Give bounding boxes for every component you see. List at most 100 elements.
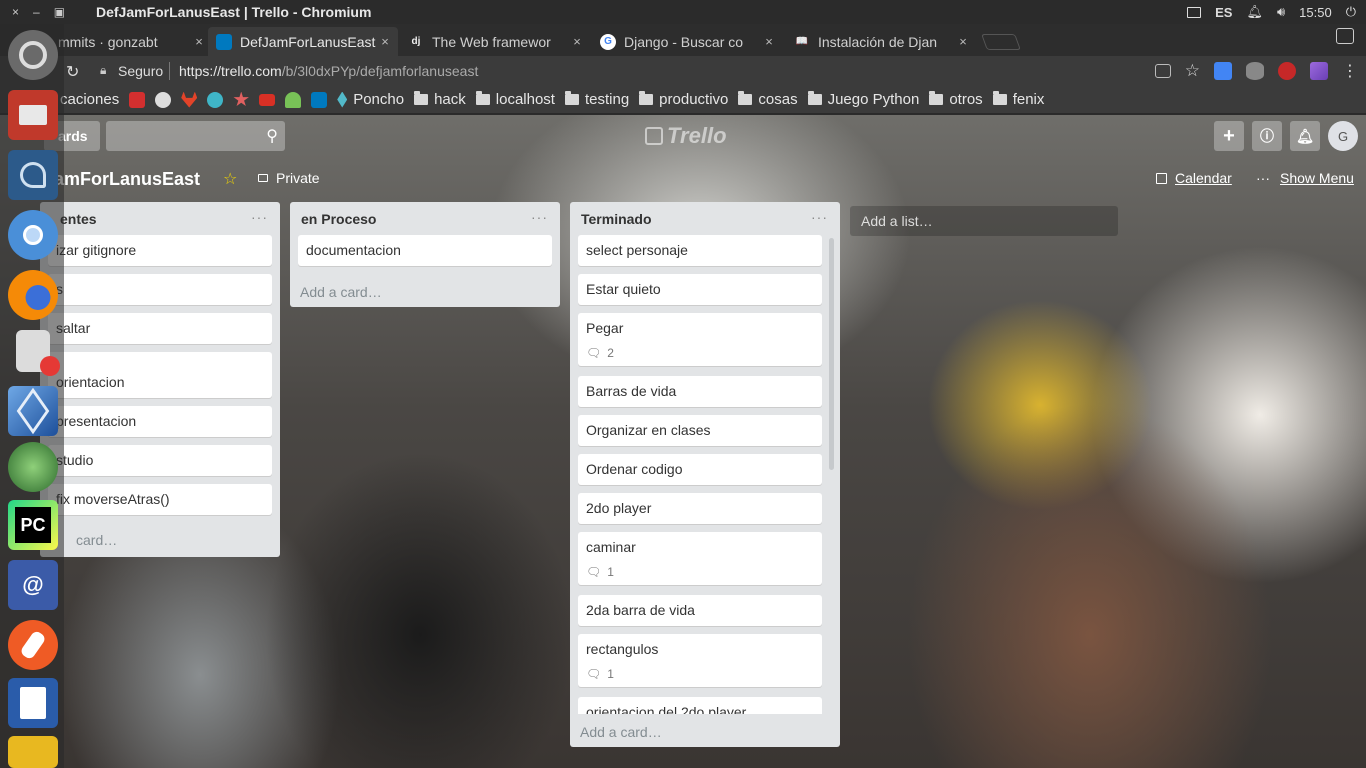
minimize-window-icon[interactable]: – <box>33 6 40 18</box>
board-title[interactable]: JamForLanusEast <box>44 169 200 190</box>
card[interactable]: 2da barra de vida <box>578 595 822 626</box>
bookmark-android[interactable] <box>285 91 302 108</box>
close-window-icon[interactable]: × <box>12 6 19 18</box>
bookmark-folder-cosas[interactable]: cosas <box>738 91 798 108</box>
list-title[interactable]: Terminado <box>581 211 652 227</box>
card[interactable]: documentacion <box>298 235 552 266</box>
card[interactable]: studio <box>48 445 272 476</box>
card[interactable]: Ordenar codigo <box>578 454 822 485</box>
bookmark-poncho[interactable]: Poncho <box>337 91 404 108</box>
maximize-window-icon[interactable]: ▣ <box>54 6 65 18</box>
star-board-icon[interactable]: ☆ <box>223 169 237 189</box>
power-icon[interactable]: ⏻ <box>1346 4 1356 20</box>
profile-icon[interactable] <box>1336 28 1354 44</box>
google-translate-icon[interactable] <box>1214 62 1232 80</box>
tab-django-install[interactable]: 📖 Instalación de Djan × <box>786 27 976 56</box>
text-editor-icon[interactable] <box>16 330 60 376</box>
board-search-input[interactable]: ⚲ <box>106 121 285 151</box>
calendar-button[interactable]: Calendar <box>1156 170 1232 186</box>
writer-icon[interactable] <box>8 678 58 728</box>
bookmark-folder-hack[interactable]: hack <box>414 91 466 108</box>
keyboard-layout[interactable]: ES <box>1215 5 1232 20</box>
chromium-icon[interactable] <box>8 210 58 260</box>
tab-close-icon[interactable]: × <box>190 34 208 49</box>
bookmark-folder-localhost[interactable]: localhost <box>475 91 555 108</box>
globe-app-icon[interactable] <box>8 442 58 492</box>
volume-icon[interactable]: 🔊︎ <box>1277 4 1285 20</box>
card[interactable]: Pegar 🗨︎ 2 <box>578 313 822 366</box>
bookmark-youtube[interactable] <box>129 91 146 108</box>
notification-bell-icon[interactable]: 🔔︎ <box>1246 4 1263 20</box>
card[interactable]: Barras de vida <box>578 376 822 407</box>
add-button[interactable]: + <box>1214 121 1244 151</box>
avatar[interactable]: G <box>1328 121 1358 151</box>
show-menu-button[interactable]: ··· Show Menu <box>1256 170 1354 186</box>
bookmark-aplicaciones[interactable]: caciones <box>60 91 119 108</box>
bookmark-gitlab[interactable] <box>181 91 198 108</box>
bookmark-star-icon[interactable]: ☆ <box>1185 61 1200 81</box>
tab-google-search[interactable]: G Django - Buscar co × <box>592 27 782 56</box>
screen-icon[interactable] <box>1187 6 1202 18</box>
list-menu-icon[interactable]: ··· <box>531 209 548 225</box>
tab-trello[interactable]: DefJamForLanusEast × <box>208 27 398 56</box>
card[interactable]: select personaje <box>578 235 822 266</box>
list-title[interactable]: en Proceso <box>301 211 376 227</box>
list-title[interactable]: entes <box>60 211 97 227</box>
card[interactable]: orientacion <box>48 352 272 398</box>
list-menu-icon[interactable]: ··· <box>811 209 828 225</box>
tab-close-icon[interactable]: × <box>954 34 972 49</box>
new-tab-button[interactable] <box>981 34 1021 50</box>
add-card-button[interactable]: Add a card… <box>300 284 382 300</box>
card[interactable]: fix moverseAtras() <box>48 484 272 515</box>
files-icon[interactable] <box>8 90 58 140</box>
info-icon[interactable]: ⓘ <box>1252 121 1282 151</box>
card-list[interactable]: select personaje Estar quieto Pegar 🗨︎ 2 B… <box>570 233 840 714</box>
card[interactable]: presentacion <box>48 406 272 437</box>
bookmark-folder-fenix[interactable]: fenix <box>992 91 1044 108</box>
lock-icon[interactable]: 🔒︎ <box>100 63 106 78</box>
secure-label[interactable]: Seguro <box>118 63 163 79</box>
card[interactable]: Organizar en clases <box>578 415 822 446</box>
mail-icon[interactable]: @ <box>8 560 58 610</box>
reload-icon[interactable]: ↻ <box>66 62 79 82</box>
bookmark-folder-otros[interactable]: otros <box>929 91 983 108</box>
add-list-button[interactable]: Add a list… <box>850 206 1118 236</box>
bookmark-folder-testing[interactable]: testing <box>564 91 629 108</box>
bookmark-folder-productivo[interactable]: productivo <box>639 91 728 108</box>
mysql-workbench-icon[interactable] <box>8 150 58 200</box>
chrome-menu-icon[interactable]: ⋮ <box>1342 61 1358 81</box>
tab-github[interactable]: mmits · gonzabt × <box>50 27 212 56</box>
trello-logo[interactable]: Trello <box>645 123 727 149</box>
visibility-button[interactable]: Private <box>258 170 320 186</box>
url-field[interactable]: https://trello.com/b/3l0dxPYp/defjamforl… <box>179 63 478 79</box>
list-menu-icon[interactable]: ··· <box>251 209 268 225</box>
postman-icon[interactable] <box>8 620 58 670</box>
bookmark-star[interactable] <box>233 91 249 108</box>
firefox-icon[interactable] <box>8 270 58 320</box>
notes-icon[interactable] <box>8 736 58 768</box>
card[interactable]: caminar 🗨︎ 1 <box>578 532 822 585</box>
card[interactable]: orientacion del 2do player <box>578 697 822 714</box>
tab-close-icon[interactable]: × <box>760 34 778 49</box>
tab-close-icon[interactable]: × <box>376 34 394 49</box>
bookmark-python[interactable] <box>207 91 224 108</box>
tab-close-icon[interactable]: × <box>568 34 586 49</box>
card[interactable]: izar gitignore <box>48 235 272 266</box>
card[interactable]: saltar <box>48 313 272 344</box>
ubuntu-dash-icon[interactable] <box>8 30 58 80</box>
database-icon[interactable] <box>1246 62 1264 80</box>
feather-icon[interactable] <box>1310 62 1328 80</box>
virtualbox-icon[interactable] <box>8 386 58 436</box>
card[interactable]: Estar quieto <box>578 274 822 305</box>
clock[interactable]: 15:50 <box>1299 5 1332 20</box>
bookmark-folder-juego-python[interactable]: Juego Python <box>807 91 919 108</box>
card[interactable]: 2do player <box>578 493 822 524</box>
card[interactable]: rectangulos 🗨︎ 1 <box>578 634 822 687</box>
tab-django[interactable]: dj The Web framewor × <box>400 27 590 56</box>
notifications-bell-icon[interactable]: 🔔︎ <box>1290 121 1320 151</box>
add-card-button[interactable]: Add a card… <box>580 724 662 740</box>
pycharm-icon[interactable]: PC <box>8 500 58 550</box>
add-card-button[interactable]: card… <box>76 532 117 548</box>
ublock-icon[interactable] <box>1278 62 1296 80</box>
card[interactable]: s <box>48 274 272 305</box>
